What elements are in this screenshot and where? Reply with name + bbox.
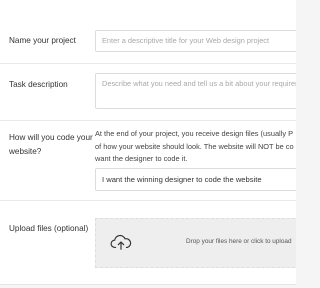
code-website-label-line1: How will you code your	[9, 133, 93, 142]
task-description-label: Task description	[9, 80, 68, 89]
task-description-placeholder: Describe what you need and tell us a bit…	[102, 79, 296, 88]
code-website-selected-option: I want the winning designer to code the …	[102, 175, 262, 184]
project-name-placeholder: Enter a descriptive title for your Web d…	[102, 36, 270, 45]
code-website-label: How will you code your website?	[9, 131, 93, 158]
task-description-row: Task description Describe what you need …	[0, 64, 296, 121]
code-website-description-line2: of how your website should look. The web…	[95, 141, 294, 151]
cloud-upload-icon	[110, 234, 132, 250]
project-form: Name your project Enter a descriptive ti…	[0, 0, 296, 285]
dropzone-text: Drop your files here or click to upload	[186, 238, 292, 245]
code-website-description-line3: want the designer to code it.	[95, 154, 188, 163]
code-website-select[interactable]: I want the winning designer to code the …	[95, 168, 296, 191]
task-description-textarea[interactable]: Describe what you need and tell us a bit…	[95, 73, 296, 109]
code-website-description-line1: At the end of your project, you receive …	[95, 129, 294, 138]
project-name-row: Name your project Enter a descriptive ti…	[0, 18, 296, 64]
code-website-description: At the end of your project, you receive …	[95, 128, 295, 166]
upload-files-label: Upload files (optional)	[9, 224, 89, 233]
project-name-label: Name your project	[9, 36, 76, 45]
project-name-input[interactable]: Enter a descriptive title for your Web d…	[95, 30, 296, 52]
file-dropzone[interactable]: Drop your files here or click to upload	[95, 218, 296, 268]
code-website-label-line2: website?	[9, 146, 42, 156]
